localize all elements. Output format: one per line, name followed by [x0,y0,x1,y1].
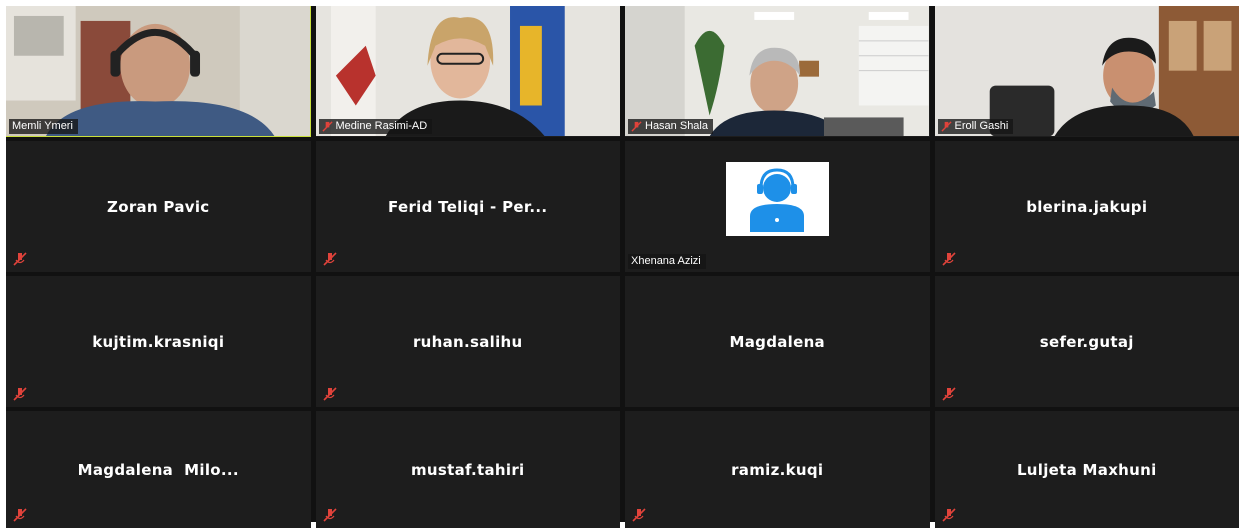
muted-mic-icon [13,252,27,266]
video-tile-memli-ymeri[interactable]: Memli Ymeri [6,6,311,137]
participant-tile[interactable]: mustaf.tahiri [315,411,620,528]
participant-name-label: Xhenana Azizi [628,254,706,269]
participant-name-label: Medine Rasimi-AD [318,119,433,134]
participant-name: sefer.gutaj [1039,332,1134,351]
participant-tile-xhenana-azizi[interactable]: Xhenana Azizi [625,141,930,272]
headset-user-icon [750,167,805,232]
participant-tile[interactable]: Luljeta Maxhuni [934,411,1239,528]
participant-tile[interactable]: kujtim.krasniqi [6,276,311,407]
participant-name: kujtim.krasniqi [92,332,225,351]
participant-name: Luljeta Maxhuni [1016,460,1157,479]
muted-mic-icon [940,120,952,132]
participant-video [625,6,930,137]
participant-name: mustaf.tahiri [411,460,525,479]
participant-name-label: Memli Ymeri [9,119,78,134]
participant-tile[interactable]: ruhan.salihu [315,276,620,407]
video-tile-hasan-shala[interactable]: Hasan Shala [625,6,930,137]
muted-mic-icon [632,508,646,522]
muted-mic-icon [13,508,27,522]
muted-mic-icon [322,252,337,266]
muted-mic-icon [631,120,642,132]
muted-mic-icon [941,387,956,401]
participant-name-label: Hasan Shala [628,119,713,134]
muted-mic-icon [13,387,27,401]
participant-tile[interactable]: sefer.gutaj [934,276,1239,407]
video-tile-eroll-gashi[interactable]: Eroll Gashi [934,6,1239,137]
participant-name: Ferid Teliqi - Per... [388,197,548,216]
muted-mic-icon [941,252,956,266]
participant-name: Magdalena [729,332,825,351]
muted-mic-icon [322,508,337,522]
participant-tile[interactable]: Magdalena [625,276,930,407]
muted-mic-icon [941,508,956,522]
participant-name-label: Eroll Gashi [937,119,1014,134]
participant-name: Magdalena Milo... [77,460,239,479]
participant-tile[interactable]: Magdalena Milo... [6,411,311,528]
video-tile-medine-rasimi[interactable]: Medine Rasimi-AD [315,6,620,137]
participant-name: ruhan.salihu [412,332,523,351]
participant-name: Zoran Pavic [107,197,210,216]
participant-video [315,6,620,137]
participant-tile[interactable]: ramiz.kuqi [625,411,930,528]
participant-tile[interactable]: Zoran Pavic [6,141,311,272]
participant-name: blerina.jakupi [1026,197,1148,216]
participant-video [6,6,311,137]
avatar [725,161,829,236]
participant-name: ramiz.kuqi [731,460,824,479]
participant-tile[interactable]: Ferid Teliqi - Per... [315,141,620,272]
participant-gallery: Memli Ymeri Medine Rasimi-AD Hasan Shala… [6,6,1239,528]
muted-mic-icon [322,387,337,401]
muted-mic-icon [321,120,333,132]
participant-tile[interactable]: blerina.jakupi [934,141,1239,272]
participant-video [934,6,1239,137]
